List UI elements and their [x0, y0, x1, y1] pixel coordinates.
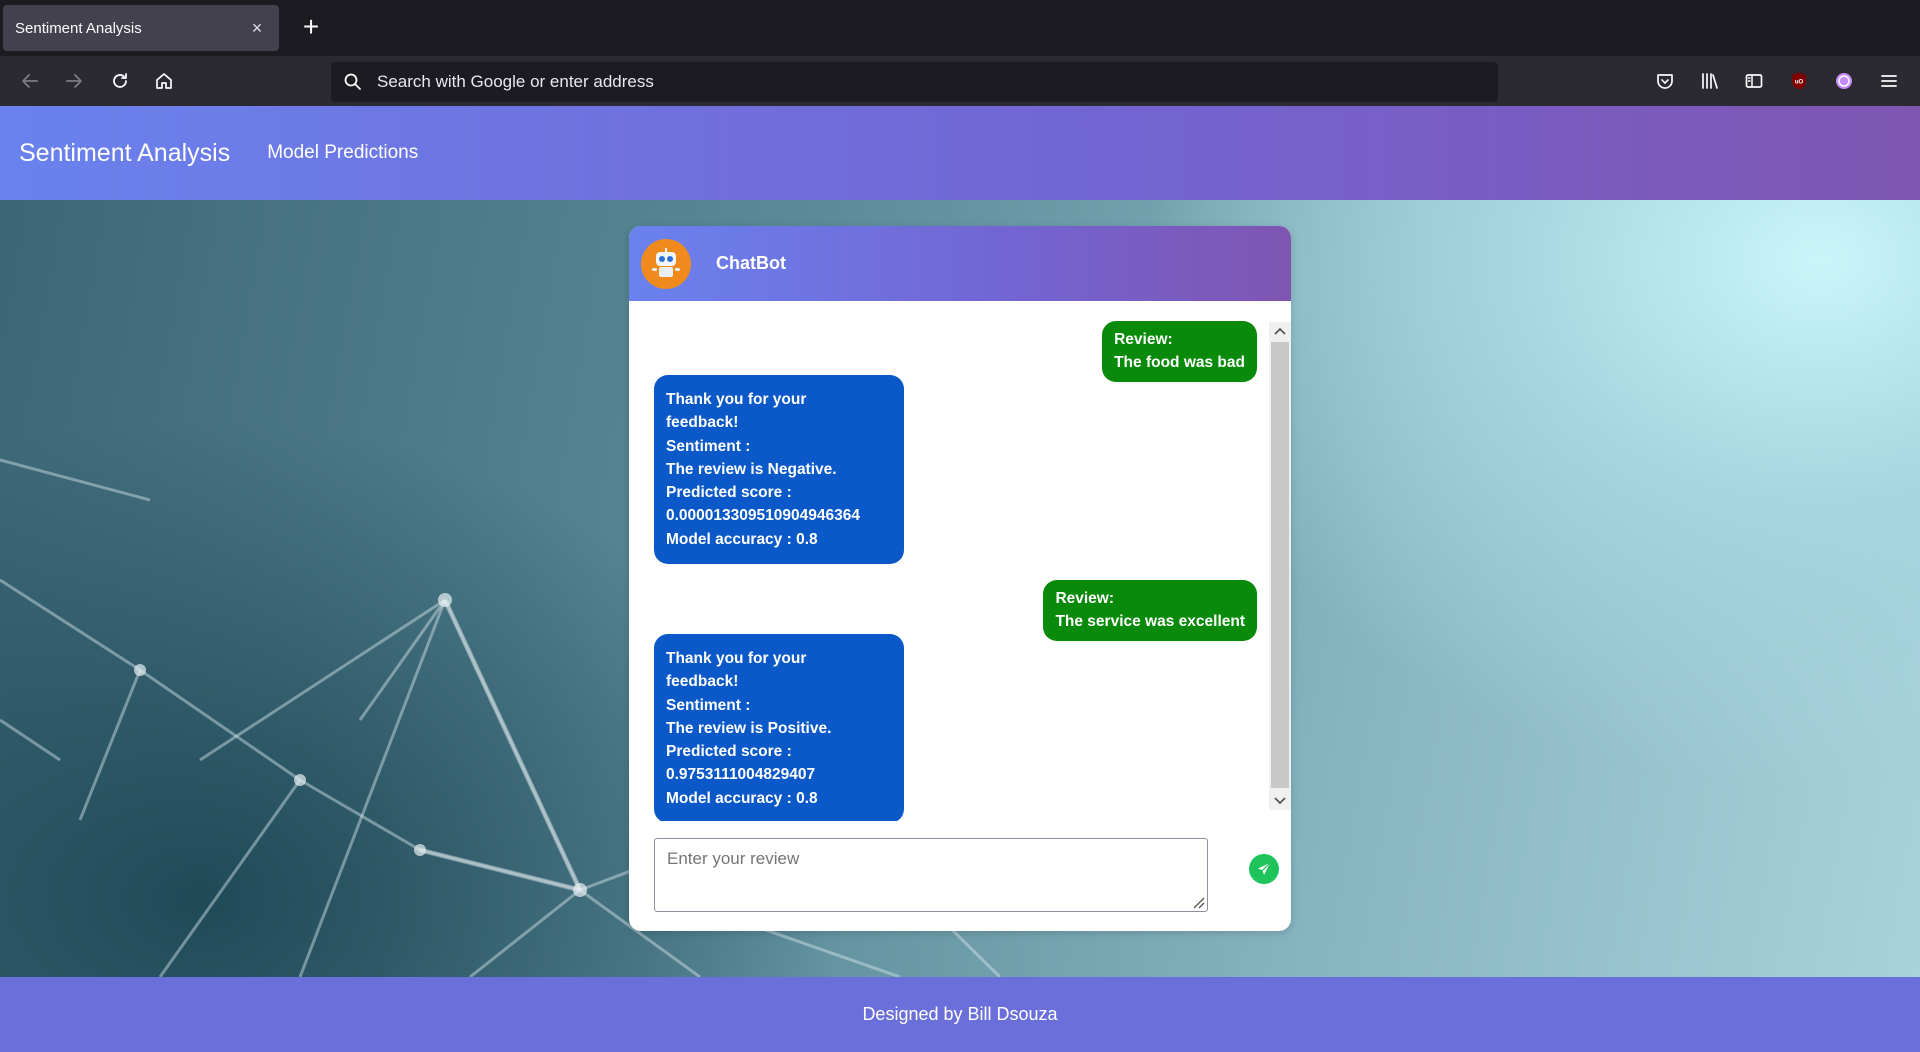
message-line: Sentiment :: [666, 696, 751, 714]
address-input[interactable]: [377, 72, 1377, 92]
message-line: Thank you for your: [666, 650, 807, 667]
message-line: Review:: [1055, 590, 1115, 607]
address-bar[interactable]: [331, 62, 1498, 102]
site-header: Sentiment Analysis Model Predictions: [0, 106, 1920, 200]
scroll-up-icon[interactable]: [1269, 322, 1291, 340]
scrollbar-thumb[interactable]: [1271, 342, 1289, 788]
tab-close-button[interactable]: ×: [247, 18, 267, 39]
ublock-icon[interactable]: uO: [1783, 65, 1815, 97]
user-message: Review: The food was bad: [1102, 321, 1257, 382]
chatbot-widget: ChatBot Review: The food was bad Thank y…: [629, 226, 1291, 931]
site-brand[interactable]: Sentiment Analysis: [19, 139, 230, 168]
message-line: Review:: [1114, 331, 1173, 348]
message-line: The service was excellent: [1055, 613, 1245, 631]
send-button[interactable]: [1249, 854, 1279, 884]
chat-header: ChatBot: [629, 226, 1291, 301]
user-message: Review: The service was excellent: [1043, 580, 1257, 641]
message-line: Thank you for your: [666, 391, 807, 408]
robot-icon: [641, 238, 691, 289]
sidebar-icon[interactable]: [1738, 65, 1770, 97]
menu-icon[interactable]: [1873, 65, 1905, 97]
resize-grip-icon[interactable]: [1189, 893, 1205, 909]
chat-title: ChatBot: [716, 253, 786, 273]
chat-messages[interactable]: Review: The food was bad Thank you for y…: [629, 301, 1291, 821]
send-icon: [1258, 862, 1271, 875]
bot-message: Thank you for your feedback! Sentiment :…: [654, 634, 904, 821]
svg-text:uO: uO: [1795, 80, 1804, 86]
message-line: The review is Positive.: [666, 719, 832, 737]
message-line: Model accuracy : 0.8: [666, 530, 818, 548]
account-icon[interactable]: [1828, 65, 1860, 97]
web-page: Sentiment Analysis Model Predictions Cha…: [0, 106, 1920, 1052]
message-line: 0.9753111004829407: [666, 766, 816, 784]
browser-toolbar: uO: [0, 56, 1920, 106]
nav-link-model-predictions[interactable]: Model Predictions: [267, 142, 418, 164]
bot-message: Thank you for your feedback! Sentiment :…: [654, 375, 904, 565]
browser-tab-bar: Sentiment Analysis × +: [0, 0, 1920, 56]
scroll-down-icon[interactable]: [1269, 792, 1291, 810]
library-icon[interactable]: [1694, 65, 1726, 97]
review-input-wrapper: [654, 838, 1208, 912]
site-footer: Designed by Bill Dsouza: [0, 977, 1920, 1052]
message-line: Sentiment :: [666, 437, 751, 455]
message-line: The review is Negative.: [666, 460, 837, 478]
footer-credit: Designed by Bill Dsouza: [862, 1004, 1058, 1024]
reload-icon[interactable]: [104, 65, 136, 97]
message-line: The food was bad: [1114, 354, 1245, 372]
chat-scrollbar[interactable]: [1269, 322, 1291, 810]
review-input[interactable]: [655, 839, 1207, 911]
search-icon: [344, 73, 361, 90]
message-line: Model accuracy : 0.8: [666, 789, 818, 807]
home-icon[interactable]: [148, 65, 180, 97]
tab-title: Sentiment Analysis: [15, 19, 142, 37]
back-arrow-icon[interactable]: [14, 65, 46, 97]
browser-tab[interactable]: Sentiment Analysis ×: [3, 5, 279, 51]
forward-arrow-icon[interactable]: [58, 65, 90, 97]
message-line: feedback!: [666, 673, 739, 691]
pocket-icon[interactable]: [1649, 65, 1681, 97]
message-line: 0.000013309510904946364: [666, 507, 860, 525]
message-line: feedback!: [666, 414, 739, 432]
message-line: Predicted score :: [666, 484, 792, 502]
new-tab-button[interactable]: +: [293, 10, 329, 46]
message-line: Predicted score :: [666, 743, 792, 761]
